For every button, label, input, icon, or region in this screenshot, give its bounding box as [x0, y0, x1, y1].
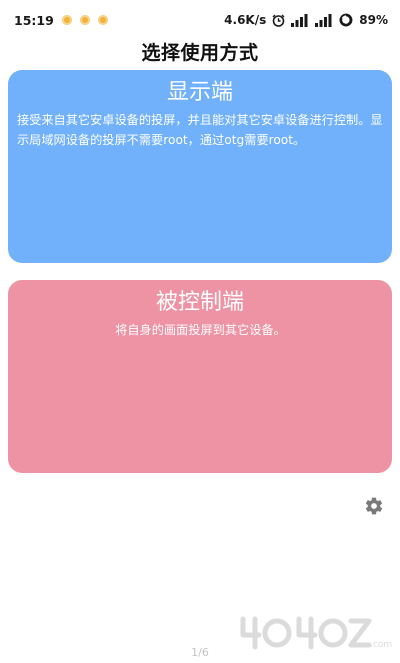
clock: 15:19: [14, 12, 54, 28]
alarm-icon: [272, 14, 285, 27]
status-bar-left: 15:19: [14, 13, 108, 28]
notification-dot-icon: [61, 15, 72, 25]
notification-dot-icon: [97, 15, 108, 25]
display-mode-card[interactable]: 显示端 接受来自其它安卓设备的投屏，并且能对其它安卓设备进行控制。显示局域网设备…: [8, 70, 392, 263]
display-mode-title: 显示端: [166, 80, 233, 105]
svg-text:.com: .com: [370, 640, 392, 650]
display-mode-description: 接受来自其它安卓设备的投屏，并且能对其它安卓设备进行控制。显示局域网设备的投屏不…: [17, 113, 383, 147]
settings-button[interactable]: [363, 495, 385, 517]
signal-icon: [315, 13, 333, 27]
signal-icon: [291, 13, 309, 27]
network-speed: 4.6K/s: [224, 13, 267, 27]
status-bar: 15:19 4.6K/s 89%: [0, 0, 400, 40]
gear-icon: [365, 497, 383, 515]
watermark-logo: .com: [240, 616, 392, 650]
controlled-mode-card[interactable]: 被控制端 将自身的画面投屏到其它设备。: [8, 280, 392, 473]
battery-icon: [339, 13, 353, 27]
status-bar-right: 4.6K/s 89%: [224, 13, 388, 27]
page-title: 选择使用方式: [141, 42, 259, 64]
controlled-mode-description: 将自身的画面投屏到其它设备。: [115, 323, 286, 337]
battery-percent: 89%: [359, 13, 388, 27]
notification-dot-icon: [79, 15, 90, 25]
controlled-mode-title: 被控制端: [155, 290, 244, 315]
